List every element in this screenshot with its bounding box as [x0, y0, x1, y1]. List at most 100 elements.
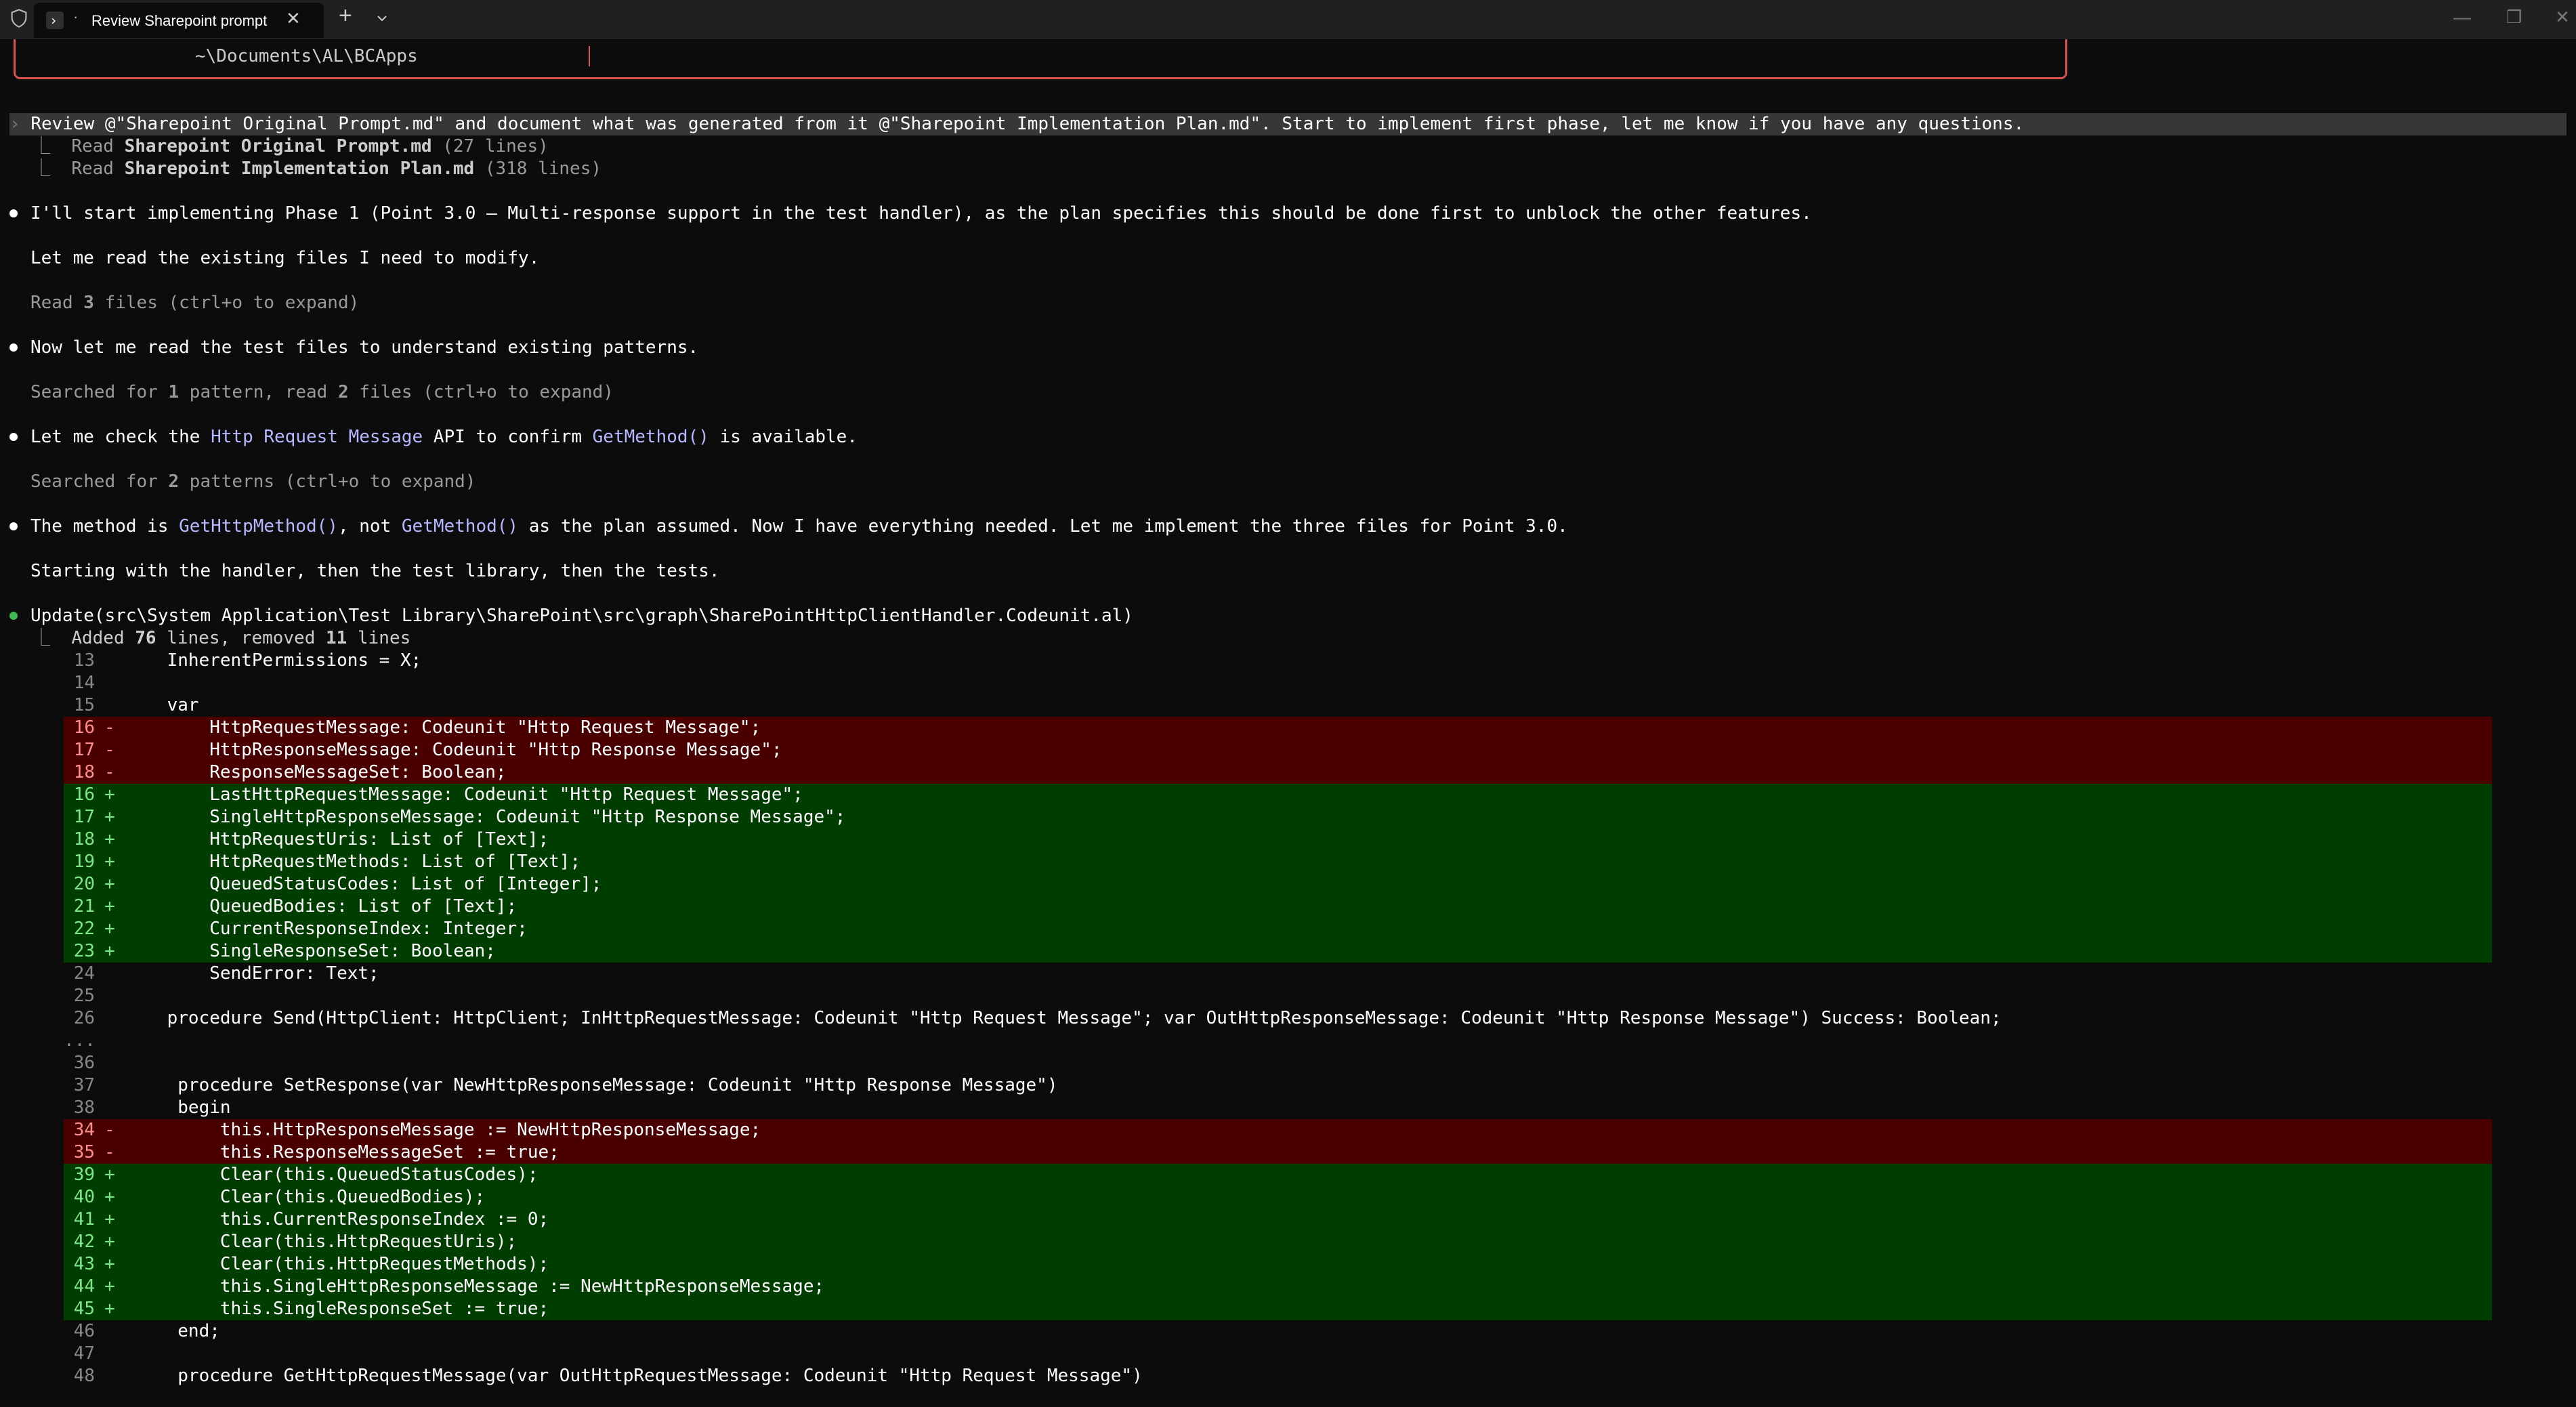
- diff-line: 23 + SingleResponseSet: Boolean;: [64, 940, 2492, 963]
- code-text: Clear(this.QueuedStatusCodes);: [125, 1164, 539, 1185]
- line-number: 40: [73, 1187, 95, 1207]
- diff-sign: -: [104, 740, 115, 760]
- plus-icon[interactable]: +: [339, 3, 352, 29]
- message-bullet: [9, 433, 18, 441]
- diff-sign: -: [104, 1142, 115, 1162]
- diff-line: 18 + HttpRequestUris: List of [Text];: [64, 828, 2492, 851]
- code-text: QueuedStatusCodes: List of [Integer];: [125, 874, 602, 894]
- line-number: 26: [73, 1008, 95, 1028]
- diff-line: 26 procedure Send(HttpClient: HttpClient…: [64, 1007, 2492, 1030]
- diff-line: 15 var: [64, 694, 2492, 717]
- line-number: ...: [64, 1030, 96, 1051]
- diff-line: 18- ResponseMessageSet: Boolean;: [64, 761, 2492, 784]
- minimize-button[interactable]: —: [2453, 7, 2471, 28]
- diff-line: 35- this.ResponseMessageSet := true;: [64, 1141, 2492, 1164]
- tool-summary[interactable]: Searched for 2 patterns (ctrl+o to expan…: [30, 471, 476, 493]
- diff-line: 42 + Clear(this.HttpRequestUris);: [64, 1231, 2492, 1253]
- close-window-button[interactable]: ✕: [2555, 7, 2570, 28]
- code-text: Clear(this.QueuedBodies);: [125, 1187, 486, 1207]
- line-number: 38: [73, 1097, 95, 1118]
- diff-sign: +: [104, 1187, 115, 1207]
- diff-sign: +: [104, 1299, 115, 1319]
- code-text: InherentPermissions = X;: [125, 650, 422, 671]
- diff-line: 14: [64, 672, 2492, 694]
- prompt-path: ~\Documents\AL\BCApps: [195, 46, 418, 66]
- code-text: SingleHttpResponseMessage: Codeunit "Htt…: [125, 807, 846, 827]
- message-bullet: [9, 522, 18, 530]
- diff-line: 43 + Clear(this.HttpRequestMethods);: [64, 1253, 2492, 1276]
- line-number: 16: [73, 717, 95, 738]
- tab-review-sharepoint[interactable]: › · Review Sharepoint prompt ✕: [34, 3, 324, 38]
- assistant-message: Starting with the handler, then the test…: [30, 561, 720, 581]
- diff-line: 36: [64, 1052, 2492, 1074]
- text-caret: [589, 46, 590, 66]
- diff-ellipsis: ...: [64, 1030, 2492, 1052]
- diff-sign: +: [104, 1164, 115, 1185]
- diff-line: 46 end;: [64, 1320, 2492, 1343]
- diff-sign: +: [104, 852, 115, 872]
- diff-sign: +: [104, 807, 115, 827]
- diff-line: 19 + HttpRequestMethods: List of [Text];: [64, 851, 2492, 873]
- code-text: HttpResponseMessage: Codeunit "Http Resp…: [125, 740, 782, 760]
- diff-sign: +: [104, 874, 115, 894]
- shield-icon: [11, 9, 27, 28]
- diff-sign: -: [104, 1120, 115, 1140]
- diff-sign: +: [104, 941, 115, 961]
- diff-sign: -: [104, 717, 115, 738]
- update-tool-call: Update(src\System Application\Test Libra…: [30, 606, 1133, 626]
- code-text: this.CurrentResponseIndex := 0;: [125, 1209, 549, 1230]
- assistant-message: Let me check the Http Request Message AP…: [30, 427, 858, 447]
- code-text: Clear(this.HttpRequestMethods);: [125, 1254, 549, 1274]
- tool-summary[interactable]: Read 3 files (ctrl+o to expand): [30, 292, 359, 314]
- line-number: 47: [73, 1343, 95, 1364]
- line-number: 35: [73, 1142, 95, 1162]
- chevron-down-icon[interactable]: [376, 12, 388, 24]
- assistant-message: Now let me read the test files to unders…: [30, 337, 699, 358]
- maximize-button[interactable]: ❐: [2506, 7, 2522, 28]
- diff-line: 16 + LastHttpRequestMessage: Codeunit "Ht…: [64, 784, 2492, 806]
- update-bullet: [9, 612, 18, 620]
- code-text: var: [125, 695, 199, 715]
- code-text: procedure GetHttpRequestMessage(var OutH…: [125, 1366, 1143, 1386]
- code-text: begin: [125, 1097, 231, 1118]
- diff-sign: +: [104, 1232, 115, 1252]
- diff-line: 48 procedure GetHttpRequestMessage(var O…: [64, 1365, 2492, 1387]
- update-summary: ⎿ Added 76 lines, removed 11 lines: [33, 628, 411, 648]
- diff-line: 21 + QueuedBodies: List of [Text];: [64, 896, 2492, 918]
- diff-line: 16- HttpRequestMessage: Codeunit "Http R…: [64, 717, 2492, 739]
- terminal-icon: ›: [46, 12, 64, 29]
- line-number: 18: [73, 829, 95, 849]
- code-text: end;: [125, 1321, 220, 1341]
- close-icon[interactable]: ✕: [286, 8, 301, 29]
- user-message: › Review @"Sharepoint Original Prompt.md…: [9, 114, 2025, 134]
- line-number: 41: [73, 1209, 95, 1230]
- line-number: 43: [73, 1254, 95, 1274]
- chevron-right-icon: ›: [9, 114, 20, 134]
- message-bullet: [9, 209, 18, 217]
- code-text: this.HttpResponseMessage := NewHttpRespo…: [125, 1120, 761, 1140]
- line-number: 37: [73, 1075, 95, 1095]
- code-text: procedure SetResponse(var NewHttpRespons…: [125, 1075, 1058, 1095]
- assistant-message: I'll start implementing Phase 1 (Point 3…: [30, 203, 1812, 224]
- line-number: 15: [73, 695, 95, 715]
- line-number: 45: [73, 1299, 95, 1319]
- diff-line: 13 InherentPermissions = X;: [64, 650, 2492, 672]
- diff-line: 25: [64, 985, 2492, 1007]
- diff-sign: -: [104, 762, 115, 782]
- diff-line: 37 procedure SetResponse(var NewHttpResp…: [64, 1074, 2492, 1097]
- line-number: 42: [73, 1232, 95, 1252]
- code-text: this.SingleHttpResponseMessage := NewHtt…: [125, 1276, 825, 1297]
- line-number: 17: [73, 807, 95, 827]
- diff-sign: +: [104, 1254, 115, 1274]
- code-text: SendError: Text;: [125, 963, 379, 984]
- tool-summary[interactable]: Searched for 1 pattern, read 2 files (ct…: [30, 381, 614, 404]
- assistant-message: The method is GetHttpMethod(), not GetMe…: [30, 516, 1568, 537]
- line-number: 22: [73, 919, 95, 939]
- code-text: SingleResponseSet: Boolean;: [125, 941, 496, 961]
- code-text: HttpRequestMethods: List of [Text];: [125, 852, 581, 872]
- line-number: 44: [73, 1276, 95, 1297]
- line-number: 23: [73, 941, 95, 961]
- line-number: 21: [73, 896, 95, 917]
- line-number: 48: [73, 1366, 95, 1386]
- prompt-input-box[interactable]: ~\Documents\AL\BCApps: [14, 39, 2067, 79]
